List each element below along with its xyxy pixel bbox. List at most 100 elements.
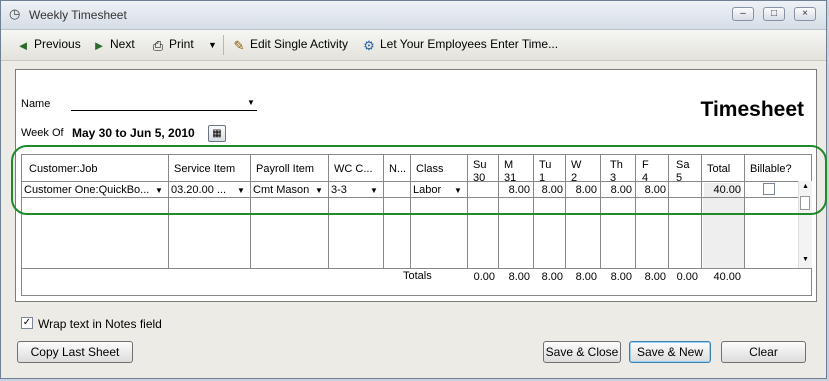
- payroll-item-dropdown-icon[interactable]: ▼: [313, 184, 325, 197]
- scrollbar-thumb[interactable]: [800, 196, 810, 210]
- service-item-dropdown-icon[interactable]: ▼: [235, 184, 247, 197]
- column-divider: [383, 155, 384, 268]
- totals-sunday: 0.00: [473, 271, 495, 283]
- wrap-text-checkbox[interactable]: ✓: [21, 317, 33, 329]
- column-divider: [533, 155, 534, 268]
- header-class: Class: [416, 163, 444, 175]
- column-divider: [744, 155, 745, 268]
- restore-button[interactable]: □: [763, 7, 785, 21]
- calendar-icon: ▦: [212, 128, 222, 139]
- column-divider: [168, 155, 169, 268]
- header-billable: Billable?: [750, 163, 792, 175]
- customer-job-dropdown-icon[interactable]: ▼: [153, 184, 165, 197]
- row-friday-hours[interactable]: 8.00: [637, 183, 666, 197]
- column-divider: [701, 155, 702, 268]
- next-button[interactable]: ► Next: [91, 37, 135, 55]
- total-column-shade: [703, 198, 744, 268]
- row-sunday-hours[interactable]: [469, 183, 495, 197]
- name-field[interactable]: ▼: [71, 95, 257, 111]
- previous-label: Previous: [34, 37, 81, 51]
- chevron-down-icon: ▼: [208, 40, 217, 50]
- row-tuesday-hours[interactable]: 8.00: [535, 183, 563, 197]
- header-divider: [22, 181, 798, 182]
- printer-icon: ⎙: [152, 38, 164, 53]
- row-payroll-item[interactable]: Cmt Mason: [253, 183, 311, 197]
- close-button[interactable]: ×: [794, 7, 816, 21]
- scroll-up-icon[interactable]: ▲: [802, 183, 809, 190]
- row-wednesday-hours[interactable]: 8.00: [567, 183, 597, 197]
- name-label: Name: [21, 98, 51, 110]
- column-divider: [668, 155, 669, 268]
- header-day: M: [504, 159, 514, 171]
- row-service-item[interactable]: 03.20.00 ...: [171, 183, 233, 197]
- title-bar: ◷ Weekly Timesheet – □ ×: [1, 1, 826, 30]
- edit-single-activity-button[interactable]: ✎ Edit Single Activity: [231, 37, 349, 55]
- minimize-button[interactable]: –: [732, 7, 754, 21]
- row-wc-code[interactable]: 3-3: [331, 183, 367, 197]
- column-divider: [565, 155, 566, 268]
- save-close-button[interactable]: Save & Close: [543, 341, 621, 363]
- wc-code-dropdown-icon[interactable]: ▼: [368, 184, 380, 197]
- print-dropdown-button[interactable]: ▼: [208, 37, 217, 55]
- clock-icon: ◷: [9, 6, 21, 21]
- next-label: Next: [110, 37, 135, 51]
- copy-last-sheet-button[interactable]: Copy Last Sheet: [17, 341, 133, 363]
- totals-monday: 8.00: [508, 271, 530, 283]
- timesheet-title: Timesheet: [700, 98, 805, 121]
- row-thursday-hours[interactable]: 8.00: [602, 183, 632, 197]
- let-employees-enter-time-button[interactable]: ⚙ Let Your Employees Enter Time...: [361, 37, 558, 55]
- totals-saturday: 0.00: [676, 271, 698, 283]
- totals-friday: 8.00: [644, 271, 666, 283]
- weekly-timesheet-window: ◷ Weekly Timesheet – □ × ◄ Previous ► Next…: [0, 0, 827, 379]
- print-button[interactable]: ⎙ Print: [150, 37, 194, 55]
- vertical-scrollbar[interactable]: ▲ ▼: [798, 181, 812, 268]
- pencil-icon: ✎: [233, 38, 245, 53]
- timesheet-form: Name ▼ Timesheet Week Of May 30 to Jun 5…: [15, 69, 817, 302]
- totals-thursday: 8.00: [610, 271, 632, 283]
- column-divider: [410, 155, 411, 268]
- employees-time-icon: ⚙: [363, 38, 375, 53]
- totals-grand-total: 40.00: [713, 271, 741, 283]
- row-notes[interactable]: [386, 183, 408, 197]
- next-icon: ►: [92, 38, 106, 53]
- billable-checkbox[interactable]: [763, 183, 775, 195]
- header-day: W: [571, 159, 582, 171]
- row-customer-job[interactable]: Customer One:QuickBo...: [24, 183, 152, 197]
- header-day: Tu: [539, 159, 552, 171]
- previous-button[interactable]: ◄ Previous: [15, 37, 81, 55]
- header-day: Su: [473, 159, 487, 171]
- wrap-text-label: Wrap text in Notes field: [38, 317, 162, 331]
- checkmark-icon: ✓: [22, 317, 32, 328]
- column-divider: [498, 155, 499, 268]
- timesheet-grid: Customer:Job Service Item Payroll Item W…: [21, 154, 812, 296]
- column-divider: [328, 155, 329, 268]
- row-class[interactable]: Labor: [413, 183, 449, 197]
- column-divider: [635, 155, 636, 268]
- column-divider: [250, 155, 251, 268]
- totals-tuesday: 8.00: [541, 271, 563, 283]
- name-dropdown-arrow-icon[interactable]: ▼: [245, 96, 257, 109]
- toolbar-separator: [223, 35, 224, 55]
- row-monday-hours[interactable]: 8.00: [500, 183, 530, 197]
- toolbar: ◄ Previous ► Next ⎙ Print ▼ ✎ Edit Single Ac…: [1, 30, 826, 61]
- header-total: Total: [707, 163, 731, 175]
- scroll-down-icon[interactable]: ▼: [802, 256, 809, 263]
- header-day: F: [642, 159, 649, 171]
- previous-icon: ◄: [16, 38, 30, 53]
- clear-button[interactable]: Clear: [721, 341, 806, 363]
- header-payroll-item: Payroll Item: [256, 163, 315, 175]
- header-day: Sa: [676, 159, 690, 171]
- header-service-item: Service Item: [174, 163, 236, 175]
- row-total: 40.00: [704, 183, 741, 197]
- class-dropdown-icon[interactable]: ▼: [452, 184, 464, 197]
- column-divider: [600, 155, 601, 268]
- totals-label: Totals: [403, 270, 432, 282]
- calendar-button[interactable]: ▦: [208, 125, 226, 142]
- header-notes: N...: [389, 163, 407, 175]
- row-saturday-hours[interactable]: [670, 183, 698, 197]
- row-divider: [22, 197, 798, 198]
- window-title: Weekly Timesheet: [29, 8, 127, 22]
- header-wc-code: WC C...: [334, 163, 373, 175]
- save-new-button[interactable]: Save & New: [629, 341, 711, 363]
- header-customer-job: Customer:Job: [29, 163, 98, 175]
